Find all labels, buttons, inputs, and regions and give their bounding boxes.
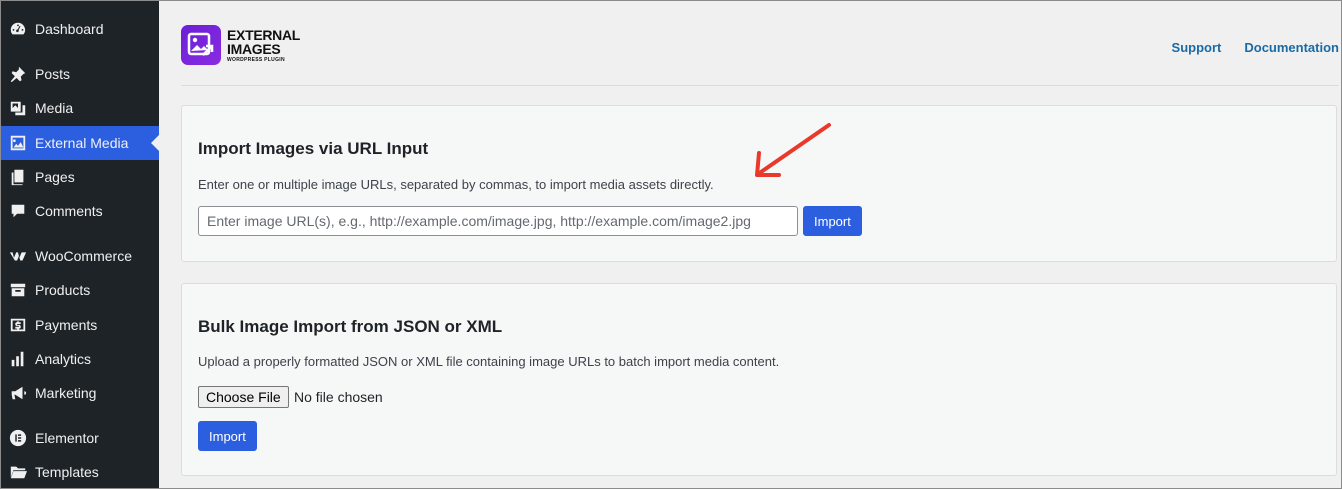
sidebar-item-posts[interactable]: Posts xyxy=(1,57,159,91)
sidebar-item-label: Elementor xyxy=(35,430,99,446)
logo-image-icon xyxy=(181,25,221,65)
app-window: Dashboard Posts Media External Media Pag… xyxy=(0,0,1342,489)
image-url-input[interactable] xyxy=(198,206,798,236)
annotation-arrow-icon xyxy=(755,123,831,177)
bulk-import-title: Bulk Image Import from JSON or XML xyxy=(198,317,503,336)
sidebar-item-label: Payments xyxy=(35,317,98,333)
analytics-icon xyxy=(8,349,28,369)
admin-sidebar: Dashboard Posts Media External Media Pag… xyxy=(1,1,159,488)
sidebar-item-dashboard[interactable]: Dashboard xyxy=(1,12,159,46)
file-status-text: No file chosen xyxy=(294,389,383,405)
sidebar-item-analytics[interactable]: Analytics xyxy=(1,342,159,376)
plugin-header: EXTERNAL IMAGES WORDPRESS PLUGIN Support… xyxy=(181,1,1339,86)
external-media-icon xyxy=(8,133,28,153)
logo-title-line1: EXTERNAL xyxy=(227,26,301,43)
support-link[interactable]: Support xyxy=(1172,40,1222,55)
sidebar-item-label: Posts xyxy=(35,66,71,82)
pages-icon xyxy=(8,167,28,187)
url-import-button[interactable]: Import xyxy=(803,206,862,236)
documentation-link[interactable]: Documentation xyxy=(1244,40,1339,55)
media-icon xyxy=(8,98,28,118)
sidebar-item-comments[interactable]: Comments xyxy=(1,194,159,228)
sidebar-item-label: Pages xyxy=(35,169,75,185)
logo-subtitle: WORDPRESS PLUGIN xyxy=(227,56,285,63)
sidebar-item-external-media[interactable]: External Media xyxy=(1,126,159,160)
sidebar-item-pages[interactable]: Pages xyxy=(1,160,159,194)
megaphone-icon xyxy=(8,383,28,403)
sidebar-item-products[interactable]: Products xyxy=(1,273,159,307)
sidebar-item-woocommerce[interactable]: WooCommerce xyxy=(1,239,159,273)
payments-icon xyxy=(8,315,28,335)
sidebar-item-media[interactable]: Media xyxy=(1,91,159,125)
sidebar-item-label: Dashboard xyxy=(35,21,104,37)
sidebar-item-marketing[interactable]: Marketing xyxy=(1,376,159,410)
header-links: Support Documentation xyxy=(1172,40,1339,55)
comments-icon xyxy=(8,201,28,221)
url-import-title: Import Images via URL Input xyxy=(198,139,429,158)
bulk-import-button[interactable]: Import xyxy=(198,421,257,451)
sidebar-item-label: Comments xyxy=(35,203,103,219)
products-icon xyxy=(8,280,28,300)
choose-file-button[interactable]: Choose File xyxy=(198,386,289,408)
sidebar-item-templates[interactable]: Templates xyxy=(1,455,159,488)
sidebar-item-label: WooCommerce xyxy=(35,248,132,264)
logo-title-line2: IMAGES xyxy=(227,40,281,57)
sidebar-item-label: External Media xyxy=(35,135,129,151)
sidebar-item-label: Media xyxy=(35,100,74,116)
url-import-description: Enter one or multiple image URLs, separa… xyxy=(198,177,714,192)
bulk-import-description: Upload a properly formatted JSON or XML … xyxy=(198,354,780,369)
sidebar-item-label: Analytics xyxy=(35,351,92,367)
sidebar-item-payments[interactable]: Payments xyxy=(1,308,159,342)
folder-icon xyxy=(8,462,28,482)
woocommerce-icon xyxy=(8,246,28,266)
sidebar-item-label: Products xyxy=(35,282,91,298)
dashboard-icon xyxy=(8,19,28,39)
sidebar-item-elementor[interactable]: Elementor xyxy=(1,421,159,455)
sidebar-item-label: Marketing xyxy=(35,385,97,401)
sidebar-item-label: Templates xyxy=(35,464,99,480)
bulk-import-card: Bulk Image Import from JSON or XML Uploa… xyxy=(181,283,1337,476)
pin-icon xyxy=(8,64,28,84)
elementor-icon xyxy=(8,428,28,448)
external-images-logo: EXTERNAL IMAGES WORDPRESS PLUGIN xyxy=(181,25,300,65)
